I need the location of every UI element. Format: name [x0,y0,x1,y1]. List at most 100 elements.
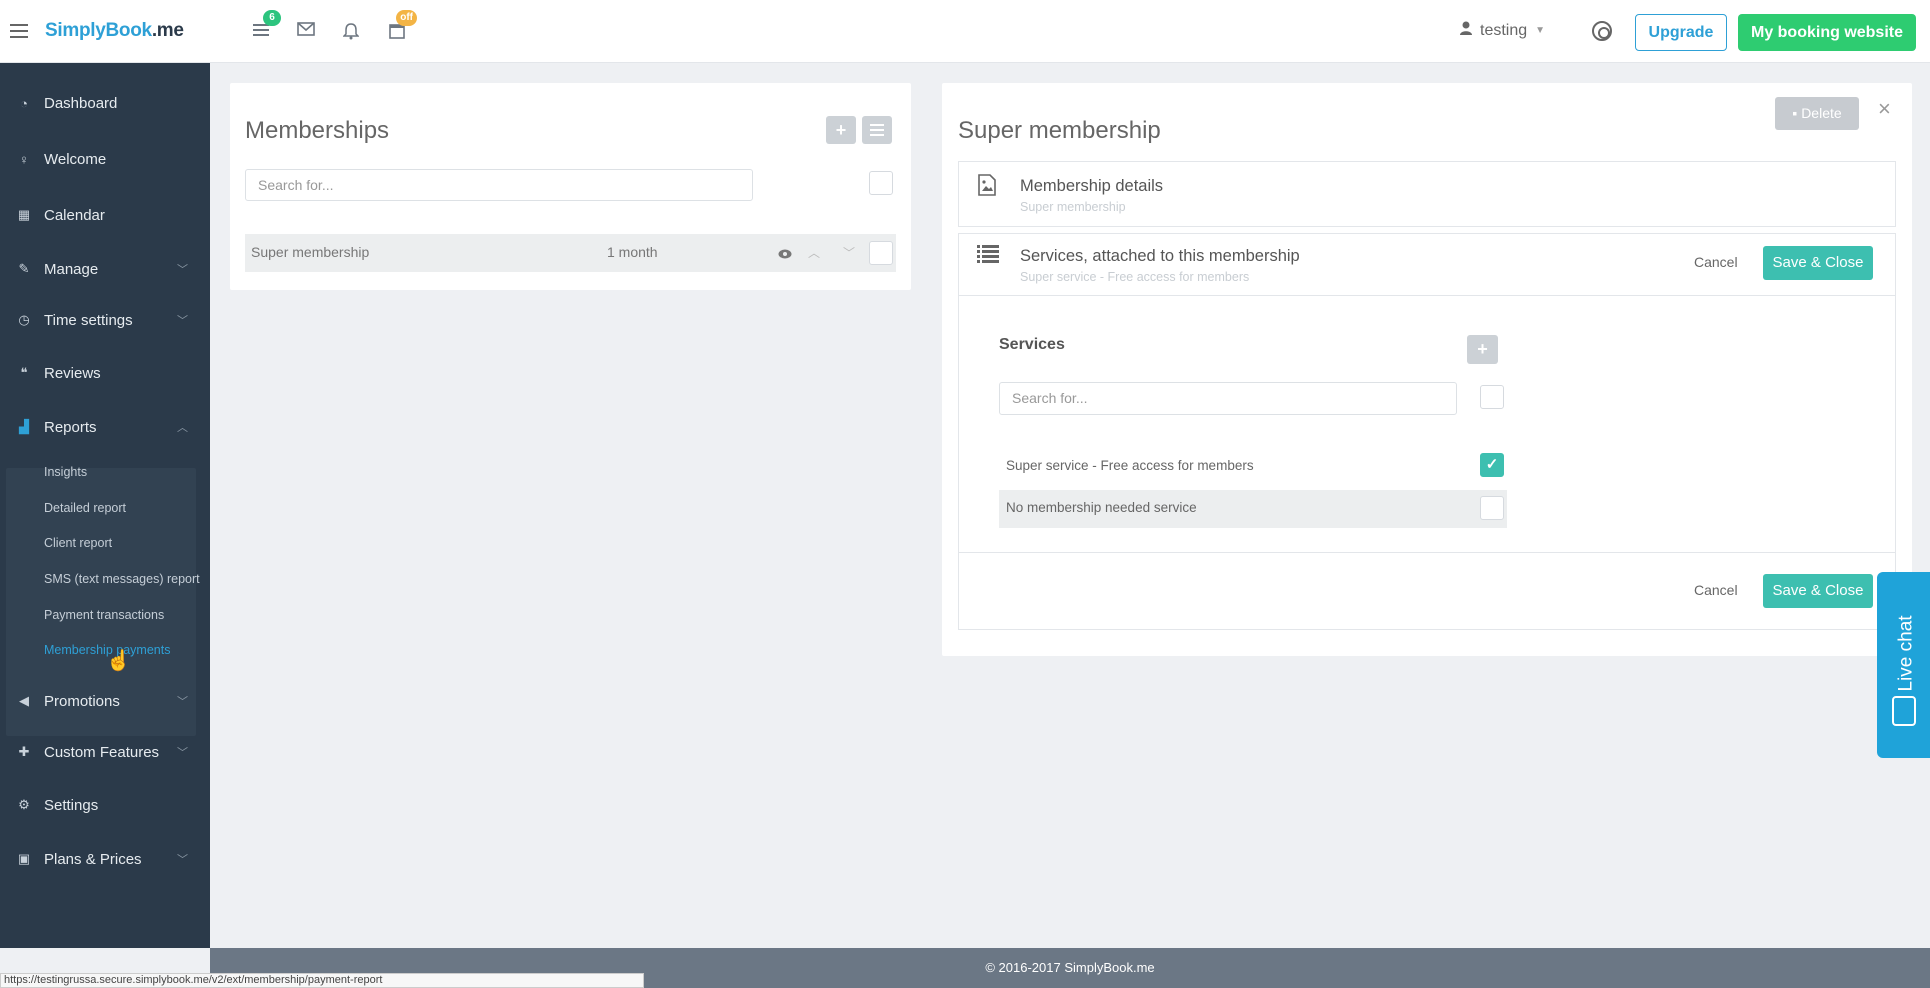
sidebar-item-welcome[interactable]: ♀ Welcome [0,139,210,179]
services-search-input[interactable]: Search for... [999,382,1457,415]
detail-title: Super membership [958,117,1161,144]
membership-details-title: Membership details [1020,177,1164,195]
delete-button[interactable]: ▪ Delete [1775,97,1859,130]
live-chat-button[interactable]: Live chat [1877,572,1930,758]
close-icon[interactable]: × [1878,96,1891,122]
sidebar-item-label: Plans & Prices [44,850,142,868]
sidebar-item-settings[interactable]: ⚙ Settings [0,785,210,825]
sidebar-item-plans-prices[interactable]: ▣ Plans & Prices ﹀ [0,839,210,879]
sidebar-item-label: Calendar [44,206,105,224]
page-title: Memberships [245,117,390,144]
sidebar-item-reviews[interactable]: ❝ Reviews [0,353,210,393]
bar-chart-icon: ▟ [19,419,29,434]
mouse-cursor-icon: ☝ [106,650,131,672]
memberships-search-input[interactable]: Search for... [245,169,753,201]
chevron-down-icon: ﹀ [177,315,188,327]
money-icon: ▣ [17,851,31,866]
divider [959,295,1895,296]
username: testing [1480,21,1528,39]
move-down-icon[interactable]: ﹀ [843,244,855,261]
menu-icon[interactable] [10,24,28,38]
save-close-button[interactable]: Save & Close [1763,246,1873,280]
sidebar-item-label: Manage [44,260,99,278]
service-checkbox-checked[interactable]: ✓ [1480,453,1504,477]
list-icon [977,245,999,268]
chevron-down-icon: ﹀ [177,854,188,866]
sidebar-subitem-payment-transactions[interactable]: Payment transactions [44,608,164,622]
chevron-down-icon: ﹀ [177,696,188,708]
row-checkbox[interactable] [869,241,893,265]
lightbulb-icon: ♀ [19,151,29,167]
bottom-cancel-button[interactable]: Cancel [1694,582,1738,598]
sidebar-item-manage[interactable]: ✎ Manage ﹀ [0,249,210,289]
gear-icon: ⚙ [18,797,30,812]
top-bar: SimplyBook.me 6 off testing ▼ Upgrade My… [0,0,1930,63]
bookings-list-icon[interactable]: 6 [251,10,281,42]
sidebar-item-calendar[interactable]: ▦ Calendar [0,195,210,235]
sidebar-item-label: Reports [44,418,97,436]
comments-icon: ❝ [20,365,28,380]
bookings-badge: 6 [263,10,281,26]
sidebar-item-label: Time settings [44,311,133,329]
my-booking-website-button[interactable]: My booking website [1738,14,1916,51]
upgrade-button[interactable]: Upgrade [1635,14,1727,51]
image-icon [977,174,997,201]
calendar-icon[interactable]: off [387,10,417,42]
sidebar-item-custom-features[interactable]: ✚ Custom Features ﹀ [0,732,210,772]
browser-status-url: https://testingrussa.secure.simplybook.m… [0,973,644,988]
calendar-badge: off [396,10,417,26]
cancel-button[interactable]: Cancel [1694,254,1738,270]
services-heading: Services [999,336,1065,353]
service-name: Super service - Free access for members [1006,458,1254,473]
pencil-icon: ✎ [18,261,30,276]
sidebar-item-label: Settings [44,796,99,814]
sidebar-item-label: Reviews [44,364,101,382]
services-section [958,233,1896,630]
chevron-up-icon: ︿ [177,422,188,434]
sidebar: ◔ Dashboard ♀ Welcome ▦ Calendar ✎ Manag… [0,63,210,948]
move-up-icon[interactable]: ︿ [808,244,820,261]
logo[interactable]: SimplyBook.me [45,20,184,42]
clock-icon: ◷ [18,312,30,327]
caret-down-icon: ▼ [1535,25,1546,36]
sidebar-subitem-detailed-report[interactable]: Detailed report [44,501,126,515]
trash-icon: ▪ [1792,105,1802,121]
user-icon [1460,21,1472,40]
service-name: No membership needed service [1006,500,1197,515]
sidebar-item-time-settings[interactable]: ◷ Time settings ﹀ [0,300,210,340]
megaphone-icon: ◀ [19,693,29,708]
user-menu[interactable]: testing ▼ [1460,21,1545,40]
calendar-icon: ▦ [17,207,31,222]
bell-icon[interactable] [341,22,361,42]
chat-icon [1892,696,1916,726]
services-section-subtitle: Super service - Free access for members [1020,270,1250,284]
chevron-down-icon: ﹀ [177,264,188,276]
dashboard-icon: ◔ [20,95,28,111]
list-view-button[interactable] [862,116,892,144]
sidebar-item-label: Dashboard [44,94,118,112]
sidebar-subitem-insights[interactable]: Insights [44,465,87,479]
sidebar-item-label: Promotions [44,692,120,710]
add-membership-button[interactable]: + [826,116,856,144]
services-select-all-checkbox[interactable] [1480,385,1504,409]
puzzle-icon: ✚ [18,744,30,759]
help-lifebuoy-icon[interactable] [1592,21,1612,41]
sidebar-item-reports[interactable]: ▟ Reports ︿ [0,407,210,447]
live-chat-label: Live chat [1895,615,1917,692]
eye-icon[interactable] [778,246,792,264]
divider [959,552,1895,553]
add-service-button[interactable]: + [1467,335,1498,364]
sidebar-subitem-sms-report[interactable]: SMS (text messages) report [44,572,200,586]
sidebar-subitem-client-report[interactable]: Client report [44,536,112,550]
membership-details-subtitle: Super membership [1020,200,1126,214]
membership-name: Super membership [251,244,370,260]
copyright-text: © 2016-2017 SimplyBook.me [985,960,1155,975]
membership-duration: 1 month [607,244,658,260]
bottom-save-close-button[interactable]: Save & Close [1763,574,1873,608]
select-all-checkbox[interactable] [869,171,893,195]
service-checkbox[interactable] [1480,496,1504,520]
sidebar-item-label: Welcome [44,150,107,168]
sidebar-item-dashboard[interactable]: ◔ Dashboard [0,83,210,123]
sidebar-item-promotions[interactable]: ◀ Promotions ﹀ [0,681,210,721]
mail-icon[interactable] [296,22,316,42]
